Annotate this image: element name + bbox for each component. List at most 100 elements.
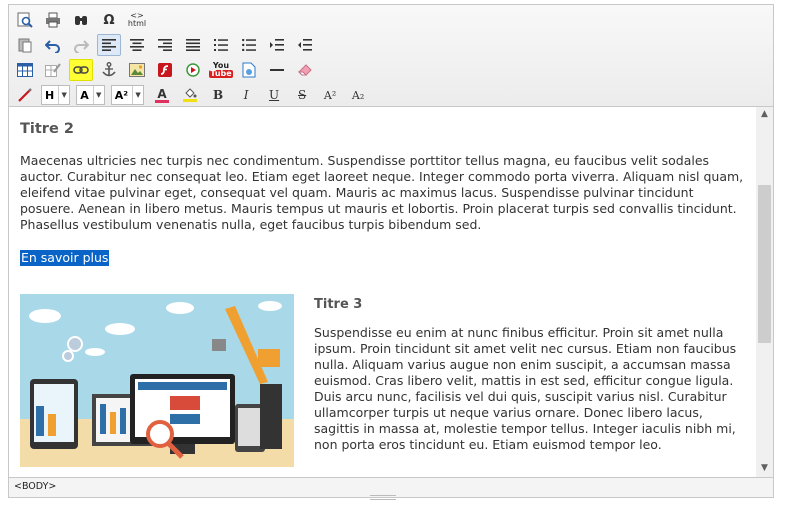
rich-text-editor: Ω <> html You Tube H ▼ A ▼ A² ▼ A B I U …: [8, 4, 774, 498]
font-select[interactable]: A ▼: [76, 85, 105, 105]
align-right-button[interactable]: [153, 34, 177, 56]
content-subheading: Titre 3: [314, 297, 363, 312]
youtube-icon-bottom: Tube: [209, 69, 233, 78]
italic-icon: I: [243, 88, 249, 102]
image-icon: [129, 63, 145, 77]
element-path[interactable]: <BODY>: [14, 481, 56, 492]
subscript-button[interactable]: A₂: [346, 84, 370, 106]
table-edit-icon: [45, 63, 61, 77]
superscript-icon: A²: [323, 88, 337, 102]
clear-format-button[interactable]: [293, 59, 317, 81]
undo-icon: [45, 40, 60, 53]
youtube-button[interactable]: You Tube: [209, 59, 233, 81]
print-icon: [46, 12, 60, 28]
paint-bucket-icon: [185, 88, 197, 98]
toolbar-row-3: You Tube: [13, 58, 321, 82]
justify-icon: [186, 39, 200, 51]
size-select[interactable]: A² ▼: [110, 85, 145, 105]
ordered-list-icon: [214, 39, 228, 51]
media-button[interactable]: [181, 59, 205, 81]
html-source-button[interactable]: <> html: [125, 9, 149, 31]
align-center-icon: [130, 39, 144, 51]
vertical-scrollbar[interactable]: ▲ ▼: [756, 107, 773, 479]
paste-icon: [18, 38, 32, 53]
preview-button[interactable]: [13, 9, 37, 31]
template-button[interactable]: [237, 59, 261, 81]
chevron-down-icon: ▼: [58, 86, 69, 104]
font-select-label: A: [80, 88, 89, 102]
scroll-down-icon[interactable]: ▼: [756, 463, 773, 477]
toolbar: Ω <> html You Tube H ▼ A ▼ A² ▼ A B I U …: [9, 5, 773, 107]
text-color-swatch: [155, 99, 170, 103]
anchor-icon: [102, 62, 116, 77]
justify-button[interactable]: [181, 34, 205, 56]
brush-icon: [18, 88, 32, 102]
bold-icon: B: [213, 88, 224, 102]
chevron-down-icon: ▼: [92, 86, 104, 104]
header-select-label: H: [45, 88, 55, 102]
content-heading: Titre 2: [20, 121, 74, 137]
redo-button[interactable]: [69, 34, 93, 56]
indent-button[interactable]: [265, 34, 289, 56]
html-icon-bottom: html: [127, 19, 147, 28]
toolbar-row-4: H ▼ A ▼ A² ▼ A B I U S A² A₂: [13, 83, 374, 107]
style-button[interactable]: [13, 84, 37, 106]
status-bar: <BODY>: [9, 477, 773, 497]
background-color-button[interactable]: [178, 84, 202, 106]
indent-icon: [270, 39, 284, 51]
content-side-paragraph: Suspendisse eu enim at nunc finibus effi…: [314, 325, 737, 452]
redo-icon: [74, 40, 89, 53]
print-button[interactable]: [41, 9, 65, 31]
table-button[interactable]: [13, 59, 37, 81]
table-edit-button[interactable]: [41, 59, 65, 81]
editor-content[interactable]: Titre 2 Maecenas ultricies nec turpis ne…: [9, 107, 757, 479]
eraser-icon: [297, 64, 312, 76]
align-right-icon: [158, 39, 172, 51]
header-select[interactable]: H ▼: [41, 85, 71, 105]
find-button[interactable]: [69, 9, 93, 31]
horizontal-rule-icon: [270, 69, 284, 71]
binoculars-icon: [75, 16, 87, 25]
text-color-icon: A: [157, 86, 167, 101]
link-button[interactable]: [69, 59, 93, 81]
bold-button[interactable]: B: [206, 84, 230, 106]
bullet-list-button[interactable]: [237, 34, 261, 56]
preview-icon: [17, 12, 33, 28]
bullet-list-icon: [242, 39, 256, 51]
anchor-button[interactable]: [97, 59, 121, 81]
resize-handle[interactable]: [370, 495, 396, 500]
text-color-button[interactable]: A: [150, 84, 174, 106]
horizontal-rule-button[interactable]: [265, 59, 289, 81]
scroll-thumb[interactable]: [758, 185, 771, 343]
align-left-icon: [102, 39, 116, 51]
outdent-button[interactable]: [293, 34, 317, 56]
table-icon: [17, 63, 33, 77]
illustration-image: [20, 294, 294, 467]
scroll-up-icon[interactable]: ▲: [756, 109, 773, 123]
subscript-icon: A₂: [351, 88, 365, 102]
superscript-button[interactable]: A²: [318, 84, 342, 106]
image-button[interactable]: [125, 59, 149, 81]
special-char-button[interactable]: Ω: [97, 9, 121, 31]
selected-link[interactable]: En savoir plus: [20, 250, 110, 266]
chevron-down-icon: ▼: [132, 86, 143, 104]
background-color-swatch: [183, 99, 198, 102]
flash-button[interactable]: [153, 59, 177, 81]
align-center-button[interactable]: [125, 34, 149, 56]
content-paragraph: Maecenas ultricies nec turpis nec condim…: [20, 153, 744, 232]
undo-button[interactable]: [41, 34, 65, 56]
toolbar-row-2: [13, 33, 321, 57]
link-icon: [73, 66, 89, 74]
italic-button[interactable]: I: [234, 84, 258, 106]
document-icon: [242, 62, 256, 78]
underline-button[interactable]: U: [262, 84, 286, 106]
align-left-button[interactable]: [97, 34, 121, 56]
toolbar-row-1: Ω <> html: [13, 8, 153, 32]
paste-button[interactable]: [13, 34, 37, 56]
underline-icon: U: [269, 88, 280, 102]
strikethrough-button[interactable]: S: [290, 84, 314, 106]
flash-icon: [158, 63, 172, 77]
omega-icon: Ω: [103, 12, 115, 28]
media-icon: [186, 63, 200, 77]
ordered-list-button[interactable]: [209, 34, 233, 56]
